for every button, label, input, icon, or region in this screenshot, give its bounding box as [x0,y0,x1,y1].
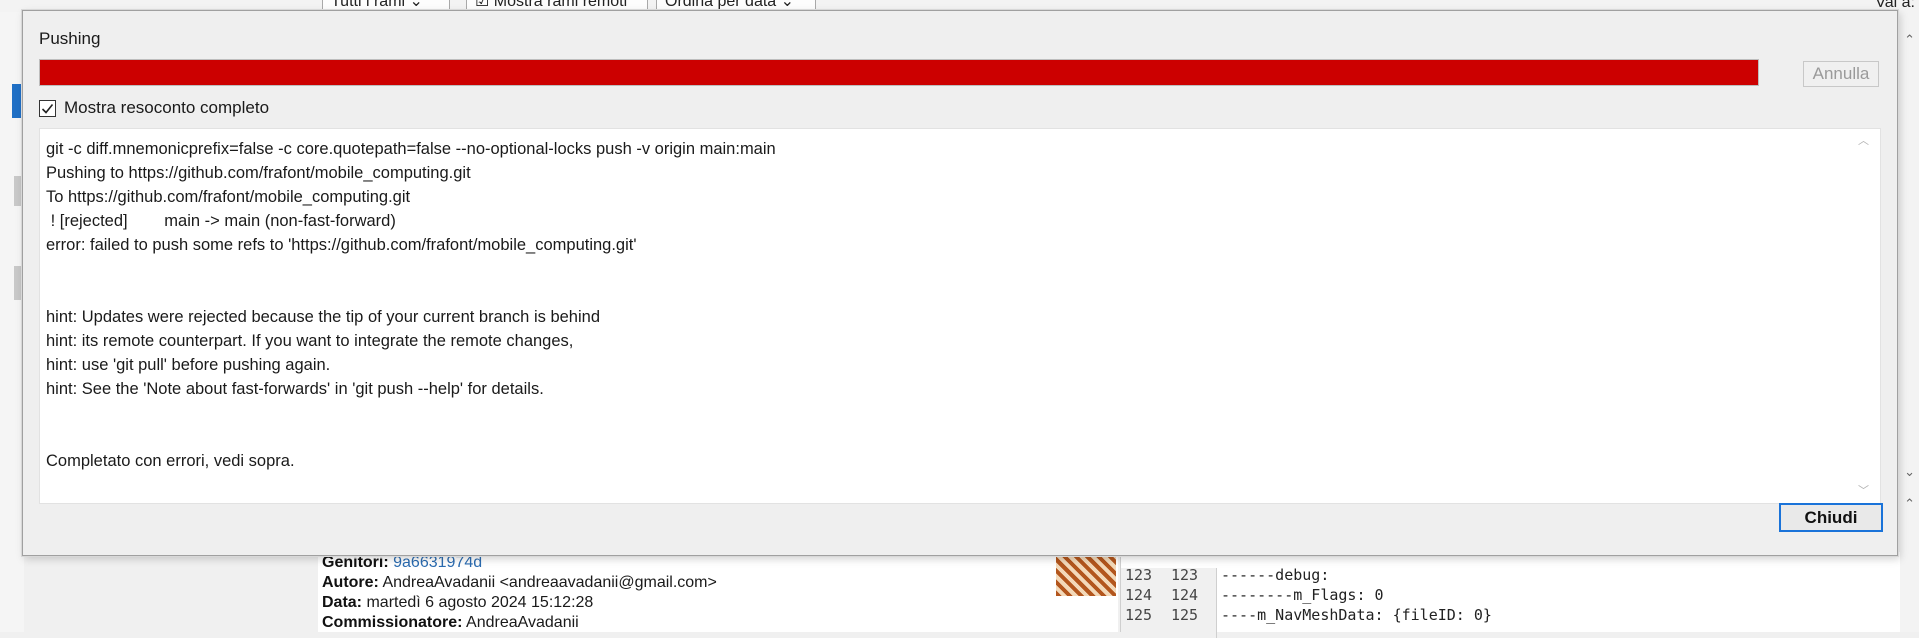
diff-new-line-number: 123 [1171,566,1199,584]
chevron-down-icon[interactable]: ⌄ [1904,464,1915,480]
show-full-output-checkbox[interactable] [39,99,56,117]
diff-old-line-number: 123 [1125,566,1153,584]
progress-bar [39,59,1759,86]
commit-date: Data: martedì 6 agosto 2024 15:12:28 [322,594,593,612]
diff-new-line-number: 124 [1171,586,1199,604]
output-log-scrollbar[interactable]: ︿ ﹀ [1850,129,1880,503]
close-button[interactable]: Chiudi [1779,503,1883,532]
diff-new-line-number: 125 [1171,606,1199,624]
checkmark-icon: ☑ [475,0,494,10]
push-dialog: Pushing Annulla Mostra resoconto complet… [22,10,1898,556]
cancel-button[interactable]: Annulla [1803,61,1879,87]
branches-filter-label: Tutti i rami [331,0,406,10]
date-value: martedì 6 agosto 2024 15:12:28 [366,594,594,611]
avatar [1056,554,1116,596]
chevron-down-icon[interactable]: ﹀ [1858,485,1869,497]
chevron-up-icon[interactable]: ︿ [1858,135,1869,147]
committer-label: Commissionatore: [322,614,463,631]
committer-value: AndreaAvadanii [466,614,579,631]
output-log[interactable]: git -c diff.mnemonicprefix=false -c core… [39,128,1881,504]
diff-line-text: --------m_Flags: 0 [1221,586,1384,604]
date-label: Data: [322,594,363,611]
show-full-output-option[interactable]: Mostra resoconto completo [39,97,269,119]
chevron-up-icon[interactable]: ⌃ [1904,32,1915,48]
commit-committer: Commissionatore: AndreaAvadanii [322,614,579,632]
diff-panel: 123 123 ------debug: 124 124 --------m_Flags:… [1120,552,1900,638]
chevron-down-icon: ⌄ [409,0,423,10]
sort-label: Ordina per data [665,0,777,10]
chevron-down-icon: ⌄ [780,0,795,10]
checkmark-icon [41,103,54,114]
show-full-output-label: Mostra resoconto completo [64,98,270,117]
author-label: Autore: [322,574,379,591]
diff-old-line-number: 124 [1125,586,1153,604]
diff-old-line-number: 125 [1125,606,1153,624]
dialog-title: Pushing [39,29,101,48]
diff-line-text: ----m_NavMeshData: {fileID: 0} [1221,606,1492,624]
show-remote-branches-label: Mostra rami remoti [493,0,628,10]
author-value: AndreaAvadanii <andreaavadanii@gmail.com… [382,574,717,591]
commit-details-panel: Genitori: 9a6631974d Autore: AndreaAvada… [318,552,1118,632]
commit-parents: Genitori: 9a6631974d [322,554,482,572]
background-right-scrollbar[interactable]: ⌃ ⌄ ⌃ [1897,12,1919,632]
commit-author: Autore: AndreaAvadanii <andreaavadanii@g… [322,574,717,592]
chevron-up-icon[interactable]: ⌃ [1904,496,1915,512]
output-log-text: git -c diff.mnemonicprefix=false -c core… [46,140,776,470]
diff-line-text: ------debug: [1221,566,1330,584]
progress-fill [40,60,1758,85]
parents-link[interactable]: 9a6631974d [393,554,482,571]
parents-label: Genitori: [322,554,389,571]
